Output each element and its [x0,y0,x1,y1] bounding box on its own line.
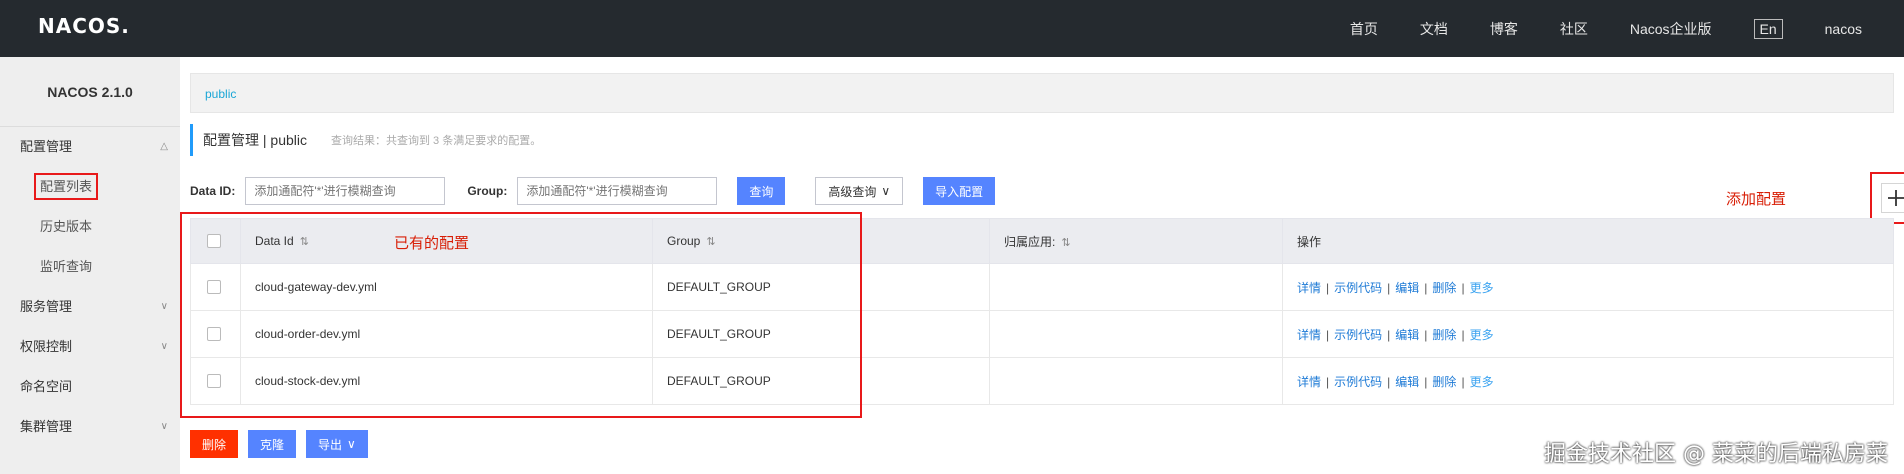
sidebar-item-namespace[interactable]: 命名空间 [0,367,180,407]
sidebar: NACOS 2.1.0 配置管理 △ 配置列表 历史版本 监听查询 服务管理 ∨… [0,57,180,474]
sidebar-item-cluster-management[interactable]: 集群管理 ∨ [0,407,180,447]
watermark: 掘金技术社区 @ 菜菜的后端私房菜 [1544,442,1888,467]
op-sample-code-link[interactable]: 示例代码 [1334,281,1382,295]
page-title-row: 配置管理 | public 查询结果：共查询到 3 条满足要求的配置。 [190,124,541,156]
dataid-input[interactable] [245,177,446,205]
top-nav: 首页 文档 博客 社区 Nacos企业版 En nacos [1350,0,1904,57]
add-config-highlight [1870,172,1904,224]
bulk-export-button[interactable]: 导出 ∨ [306,430,368,458]
sidebar-item-access-control[interactable]: 权限控制 ∨ [0,327,180,367]
sidebar-item-listener-query[interactable]: 监听查询 [0,247,180,287]
op-delete-link[interactable]: 删除 [1432,375,1456,389]
chevron-down-icon: ∨ [160,421,168,432]
nav-enterprise[interactable]: Nacos企业版 [1630,19,1712,39]
sidebar-item-config-list[interactable]: 配置列表 [0,167,180,207]
import-config-button[interactable]: 导入配置 [923,177,996,205]
user-menu[interactable]: nacos [1825,21,1862,37]
version-label: NACOS 2.1.0 [0,57,180,127]
dataid-label: Data ID: [190,184,236,198]
plus-icon [1888,190,1904,206]
chevron-up-icon: △ [160,141,168,152]
chevron-down-icon: ∨ [347,437,356,451]
op-edit-link[interactable]: 编辑 [1395,328,1419,342]
op-more-link[interactable]: 更多 [1470,375,1494,389]
op-detail-link[interactable]: 详情 [1297,281,1321,295]
nav-docs[interactable]: 文档 [1420,19,1448,39]
bulk-actions: 删除 克隆 导出 ∨ [190,430,368,458]
op-more-link[interactable]: 更多 [1470,328,1494,342]
nacos-logo[interactable]: NACOS. [38,14,130,38]
group-label: Group: [467,184,508,198]
cell-app [989,263,1283,311]
nav-blog[interactable]: 博客 [1490,19,1518,39]
add-config-button[interactable] [1881,183,1904,213]
sidebar-item-service-management[interactable]: 服务管理 ∨ [0,287,180,327]
cell-app [989,357,1283,405]
bulk-clone-button[interactable]: 克隆 [248,430,297,458]
op-sample-code-link[interactable]: 示例代码 [1334,375,1382,389]
existing-config-annotation: 已有的配置 [394,234,470,252]
result-hint: 查询结果：共查询到 3 条满足要求的配置。 [331,135,542,147]
sidebar-item-config-management[interactable]: 配置管理 △ [0,127,180,167]
advanced-query-button[interactable]: 高级查询 ∨ [815,177,904,205]
op-detail-link[interactable]: 详情 [1297,328,1321,342]
chevron-down-icon: ∨ [160,341,168,352]
query-button[interactable]: 查询 [737,177,786,205]
op-edit-link[interactable]: 编辑 [1395,281,1419,295]
op-detail-link[interactable]: 详情 [1297,375,1321,389]
nav-home[interactable]: 首页 [1350,19,1378,39]
existing-config-highlight [180,212,862,418]
language-toggle[interactable]: En [1753,18,1783,39]
op-delete-link[interactable]: 删除 [1432,281,1456,295]
op-delete-link[interactable]: 删除 [1432,328,1456,342]
cell-operations: 详情 | 示例代码 | 编辑 | 删除 | 更多 [1282,263,1894,311]
top-navbar: NACOS. 首页 文档 博客 社区 Nacos企业版 En nacos [0,0,1904,57]
namespace-breadcrumb[interactable]: public [190,73,1894,113]
sort-icon[interactable]: ⇅ [1061,237,1070,249]
cell-operations: 详情 | 示例代码 | 编辑 | 删除 | 更多 [1282,310,1894,358]
op-more-link[interactable]: 更多 [1470,281,1494,295]
search-bar: Data ID: Group: 查询 高级查询 ∨ 导入配置 [190,176,996,206]
op-edit-link[interactable]: 编辑 [1395,375,1419,389]
group-input[interactable] [517,177,718,205]
cell-operations: 详情 | 示例代码 | 编辑 | 删除 | 更多 [1282,357,1894,405]
cell-app [989,310,1283,358]
page-title: 配置管理 | public [203,132,307,148]
chevron-down-icon: ∨ [881,184,891,198]
bulk-delete-button[interactable]: 删除 [190,430,239,458]
op-sample-code-link[interactable]: 示例代码 [1334,328,1382,342]
header-app[interactable]: 归属应用: ⇅ [989,218,1283,264]
nav-community[interactable]: 社区 [1560,19,1588,39]
sidebar-item-history[interactable]: 历史版本 [0,207,180,247]
add-config-annotation: 添加配置 [1726,190,1787,208]
chevron-down-icon: ∨ [160,301,168,312]
header-operations: 操作 [1282,218,1894,264]
